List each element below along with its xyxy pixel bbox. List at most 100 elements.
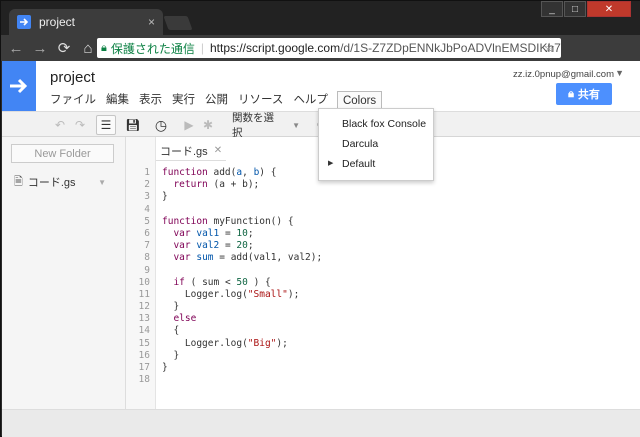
run-icon[interactable]: ▶ (182, 115, 196, 135)
code-token: ) { (247, 276, 271, 288)
url-text: https://script.google.com/d/1S-Z7ZDpENNk… (210, 41, 561, 55)
line-number: 14 (138, 325, 150, 337)
colors-dropdown-menu: Black fox Console Darcula ▶ Default (318, 108, 434, 181)
code-token: } (162, 301, 180, 313)
chevron-down-icon[interactable]: ▼ (98, 178, 106, 187)
triggers-clock-icon[interactable]: ◷ (152, 115, 170, 135)
minimize-button[interactable]: _ (541, 1, 563, 17)
code-token: } (162, 349, 180, 361)
code-line[interactable]: 2 return (a + b); (126, 179, 640, 191)
function-select-label: 関数を選択 (232, 112, 274, 139)
code-line[interactable]: 15 Logger.log("Big"); (126, 338, 640, 350)
code-token: myFunction() { (207, 215, 294, 227)
code-line[interactable]: 6 var val1 = 10; (126, 228, 640, 240)
account-email[interactable]: zz.iz.0pnup@gmail.com (513, 69, 614, 80)
code-line[interactable]: 12 } (126, 301, 640, 313)
address-row: ← → ⟳ ⌂ 🔒︎ 保護された通信 | https://script.goog… (1, 35, 640, 89)
file-item[interactable]: 🗎 コード.gs ▼ (2, 171, 122, 193)
reload-icon[interactable]: ⟳ (55, 39, 73, 57)
account-chevron-down-icon[interactable]: ▼ (615, 68, 624, 78)
divider: | (200, 41, 204, 55)
colors-menu-item[interactable]: Black fox Console (319, 114, 433, 134)
save-icon[interactable]: 💾︎ (124, 115, 142, 135)
address-bar[interactable]: 🔒︎ 保護された通信 | https://script.google.com/d… (97, 38, 561, 58)
code-token: ( sum < (184, 276, 237, 288)
code-token: Logger.log( (162, 288, 248, 300)
close-window-button[interactable]: ✕ (587, 1, 631, 17)
new-tab-button[interactable] (163, 16, 193, 30)
redo-icon[interactable]: ↷ (72, 115, 88, 135)
code-token: ; (247, 227, 254, 239)
forward-icon[interactable]: → (31, 39, 49, 57)
line-number: 10 (138, 276, 150, 288)
code-token: { (162, 325, 180, 337)
editor-file-tab[interactable]: コード.gs ✕ (156, 141, 227, 161)
menu-view[interactable]: 表示 (139, 91, 168, 109)
code-lines[interactable]: 1 function add(a, b) {2 return (a + b); 3}… (126, 167, 640, 386)
home-icon[interactable]: ⌂ (79, 39, 97, 57)
code-token: = (219, 227, 237, 239)
title-bar: project × _ □ ✕ (1, 1, 640, 35)
tab-close-icon[interactable]: × (148, 15, 155, 29)
code-line[interactable]: 17} (126, 362, 640, 374)
back-icon[interactable]: ← (7, 39, 25, 57)
debug-bug-icon[interactable]: ✱ (200, 115, 216, 135)
secure-label: 保護された通信 (110, 41, 195, 56)
code-token: "Small" (247, 288, 288, 300)
menu-help[interactable]: ヘルプ (293, 91, 334, 109)
code-token: "Big" (247, 337, 277, 349)
code-line[interactable]: 3} (126, 191, 640, 203)
file-icon: 🗎 (14, 175, 23, 188)
bookmark-star-icon[interactable]: ☆ (543, 40, 555, 56)
code-line[interactable]: 9 (126, 265, 640, 277)
line-number: 4 (144, 203, 150, 215)
menu-file[interactable]: ファイル (50, 91, 102, 109)
browser-tab[interactable]: project × (9, 9, 163, 35)
code-token: var (173, 227, 191, 239)
menu-edit[interactable]: 編集 (106, 91, 135, 109)
line-number: 6 (144, 227, 150, 239)
code-token: 10 (236, 227, 248, 239)
apps-script-logo-icon[interactable] (2, 61, 36, 111)
code-line[interactable]: 18 (126, 374, 640, 386)
code-line[interactable]: 7 var val2 = 20; (126, 240, 640, 252)
selected-triangle-icon: ▶ (328, 160, 334, 167)
maximize-button[interactable]: □ (564, 1, 586, 17)
code-line[interactable]: 5 function myFunction() { (126, 216, 640, 228)
chevron-down-icon: ▼ (292, 120, 300, 130)
code-token: 20 (236, 240, 248, 252)
colors-menu-item[interactable]: ▶ Default (319, 154, 433, 174)
code-token: var (173, 252, 191, 264)
indent-icon[interactable]: ☰ (96, 115, 116, 135)
code-line[interactable]: 11 Logger.log("Small"); (126, 289, 640, 301)
menu-resources[interactable]: リソース (238, 91, 289, 109)
colors-menu-item[interactable]: Darcula (319, 134, 433, 154)
close-icon[interactable]: ✕ (214, 145, 222, 156)
colors-menu-item-label: Black fox Console (342, 118, 427, 130)
code-line[interactable]: 4 (126, 204, 640, 216)
code-token: } (162, 362, 168, 373)
code-token: val1 (196, 227, 220, 239)
code-token: ); (287, 288, 300, 300)
colors-menu-item-label: Darcula (342, 138, 379, 150)
new-folder-button[interactable]: New Folder (11, 144, 114, 163)
code-token: return (173, 179, 208, 191)
code-token: val2 (196, 240, 220, 252)
code-line[interactable]: 14 { (126, 325, 640, 337)
code-line[interactable]: 13 else (126, 313, 640, 325)
menu-publish[interactable]: 公開 (205, 91, 234, 109)
code-token: 50 (236, 276, 248, 288)
undo-icon[interactable]: ↶ (52, 115, 68, 135)
code-line[interactable]: 16 } (126, 350, 640, 362)
menu-colors[interactable]: Colors (336, 91, 383, 109)
code-token: Logger.log( (162, 337, 248, 349)
code-line[interactable]: 10 if ( sum < 50 ) { (126, 277, 640, 289)
code-token: function (162, 167, 208, 178)
menu-run[interactable]: 実行 (172, 91, 201, 109)
code-line[interactable]: 8 var sum = add(val1, val2); (126, 252, 640, 264)
project-title[interactable]: project (50, 69, 95, 86)
function-select[interactable]: 関数を選択 ▼ (226, 112, 300, 139)
share-button[interactable]: 🔒︎ 共有 (556, 83, 612, 105)
